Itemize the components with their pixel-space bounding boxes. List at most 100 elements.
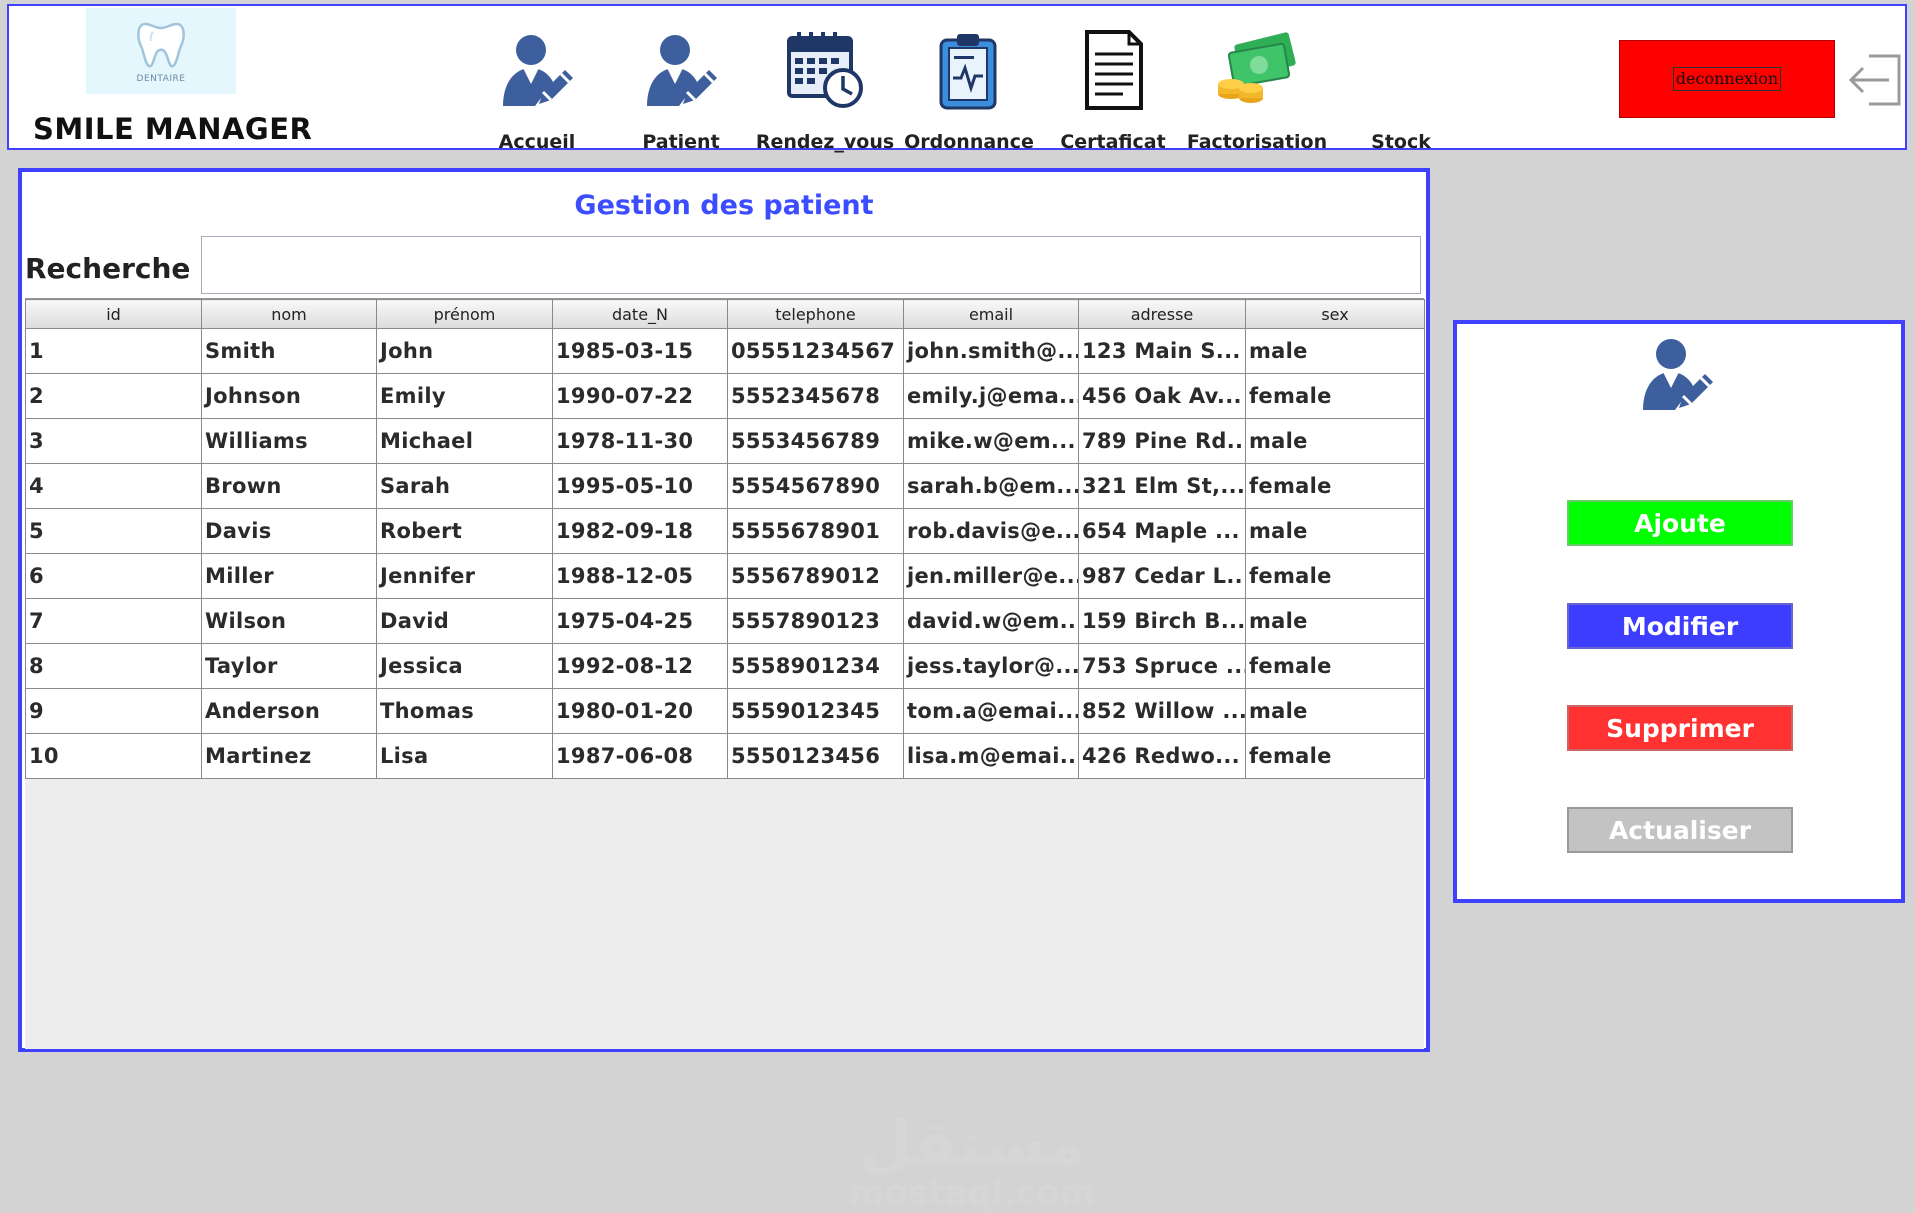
cell-adresse[interactable]: 426 Redwo... (1078, 733, 1246, 779)
nav-stock[interactable]: Stock (1329, 22, 1473, 153)
column-header-nom[interactable]: nom (201, 299, 377, 329)
nav-rendez-vous[interactable]: Rendez_vous (753, 22, 897, 153)
cell-prenom[interactable]: Jennifer (376, 553, 553, 599)
cell-telephone[interactable]: 5558901234 (727, 643, 904, 689)
cell-date-n[interactable]: 1995-05-10 (552, 463, 728, 509)
cell-id[interactable]: 8 (25, 643, 202, 689)
cell-prenom[interactable]: Thomas (376, 688, 553, 734)
ajoute-button[interactable]: Ajoute (1567, 500, 1793, 546)
cell-adresse[interactable]: 789 Pine Rd... (1078, 418, 1246, 464)
cell-date-n[interactable]: 1980-01-20 (552, 688, 728, 734)
cell-prenom[interactable]: Lisa (376, 733, 553, 779)
cell-telephone[interactable]: 5550123456 (727, 733, 904, 779)
cell-date-n[interactable]: 1987-06-08 (552, 733, 728, 779)
column-header-telephone[interactable]: telephone (727, 299, 904, 329)
column-header-prenom[interactable]: prénom (376, 299, 553, 329)
column-header-email[interactable]: email (903, 299, 1079, 329)
table-row[interactable]: 4 Brown Sarah 1995-05-10 5554567890 sarah.b@e… (25, 463, 1425, 509)
cell-date-n[interactable]: 1975-04-25 (552, 598, 728, 644)
cell-telephone[interactable]: 5554567890 (727, 463, 904, 509)
cell-prenom[interactable]: Emily (376, 373, 553, 419)
column-header-sex[interactable]: sex (1245, 299, 1425, 329)
search-input[interactable] (201, 236, 1421, 294)
table-row[interactable]: 2 Johnson Emily 1990-07-22 5552345678 emily.j… (25, 373, 1425, 419)
cell-date-n[interactable]: 1992-08-12 (552, 643, 728, 689)
cell-telephone[interactable]: 5552345678 (727, 373, 904, 419)
cell-prenom[interactable]: John (376, 328, 553, 374)
cell-telephone[interactable]: 5553456789 (727, 418, 904, 464)
cell-nom[interactable]: Brown (201, 463, 377, 509)
cell-sex[interactable]: female (1245, 733, 1425, 779)
cell-adresse[interactable]: 321 Elm St,... (1078, 463, 1246, 509)
nav-factorisation[interactable]: Factorisation (1185, 22, 1329, 153)
cell-sex[interactable]: female (1245, 553, 1425, 599)
table-row[interactable]: 10 Martinez Lisa 1987-06-08 5550123456 lisa.m… (25, 733, 1425, 779)
cell-id[interactable]: 9 (25, 688, 202, 734)
cell-telephone[interactable]: 5556789012 (727, 553, 904, 599)
cell-adresse[interactable]: 159 Birch B... (1078, 598, 1246, 644)
cell-email[interactable]: lisa.m@emai... (903, 733, 1079, 779)
nav-certaficat[interactable]: Certaficat (1041, 22, 1185, 153)
cell-nom[interactable]: Martinez (201, 733, 377, 779)
cell-sex[interactable]: male (1245, 328, 1425, 374)
table-row[interactable]: 7 Wilson David 1975-04-25 5557890123 david.w@… (25, 598, 1425, 644)
cell-nom[interactable]: Davis (201, 508, 377, 554)
cell-id[interactable]: 10 (25, 733, 202, 779)
table-row[interactable]: 6 Miller Jennifer 1988-12-05 5556789012 jen.m… (25, 553, 1425, 599)
cell-telephone[interactable]: 5557890123 (727, 598, 904, 644)
cell-date-n[interactable]: 1978-11-30 (552, 418, 728, 464)
cell-prenom[interactable]: Robert (376, 508, 553, 554)
cell-email[interactable]: tom.a@emai... (903, 688, 1079, 734)
cell-adresse[interactable]: 753 Spruce ... (1078, 643, 1246, 689)
cell-email[interactable]: david.w@em... (903, 598, 1079, 644)
cell-email[interactable]: emily.j@ema... (903, 373, 1079, 419)
table-row[interactable]: 8 Taylor Jessica 1992-08-12 5558901234 jess.t… (25, 643, 1425, 689)
cell-sex[interactable]: male (1245, 508, 1425, 554)
cell-email[interactable]: jess.taylor@... (903, 643, 1079, 689)
supprimer-button[interactable]: Supprimer (1567, 705, 1793, 751)
column-header-date-n[interactable]: date_N (552, 299, 728, 329)
cell-nom[interactable]: Williams (201, 418, 377, 464)
cell-nom[interactable]: Anderson (201, 688, 377, 734)
cell-nom[interactable]: Smith (201, 328, 377, 374)
exit-icon[interactable] (1845, 48, 1907, 112)
nav-patient[interactable]: Patient (609, 22, 753, 153)
cell-date-n[interactable]: 1985-03-15 (552, 328, 728, 374)
cell-adresse[interactable]: 987 Cedar L... (1078, 553, 1246, 599)
cell-sex[interactable]: male (1245, 418, 1425, 464)
cell-adresse[interactable]: 852 Willow ... (1078, 688, 1246, 734)
cell-email[interactable]: john.smith@... (903, 328, 1079, 374)
cell-adresse[interactable]: 456 Oak Av... (1078, 373, 1246, 419)
table-row[interactable]: 9 Anderson Thomas 1980-01-20 5559012345 tom.a… (25, 688, 1425, 734)
cell-prenom[interactable]: David (376, 598, 553, 644)
cell-prenom[interactable]: Michael (376, 418, 553, 464)
modifier-button[interactable]: Modifier (1567, 603, 1793, 649)
cell-telephone[interactable]: 05551234567 (727, 328, 904, 374)
cell-sex[interactable]: female (1245, 463, 1425, 509)
cell-id[interactable]: 5 (25, 508, 202, 554)
cell-id[interactable]: 7 (25, 598, 202, 644)
cell-telephone[interactable]: 5559012345 (727, 688, 904, 734)
cell-date-n[interactable]: 1990-07-22 (552, 373, 728, 419)
cell-date-n[interactable]: 1988-12-05 (552, 553, 728, 599)
cell-nom[interactable]: Wilson (201, 598, 377, 644)
cell-id[interactable]: 2 (25, 373, 202, 419)
cell-sex[interactable]: female (1245, 643, 1425, 689)
cell-id[interactable]: 6 (25, 553, 202, 599)
actualiser-button[interactable]: Actualiser (1567, 807, 1793, 853)
cell-prenom[interactable]: Sarah (376, 463, 553, 509)
cell-sex[interactable]: male (1245, 688, 1425, 734)
table-row[interactable]: 1 Smith John 1985-03-15 05551234567 john.smit… (25, 328, 1425, 374)
deconnexion-button[interactable]: deconnexion (1619, 40, 1835, 118)
cell-adresse[interactable]: 123 Main S... (1078, 328, 1246, 374)
cell-id[interactable]: 1 (25, 328, 202, 374)
cell-nom[interactable]: Miller (201, 553, 377, 599)
cell-email[interactable]: sarah.b@em... (903, 463, 1079, 509)
cell-email[interactable]: mike.w@em... (903, 418, 1079, 464)
cell-email[interactable]: jen.miller@e... (903, 553, 1079, 599)
cell-id[interactable]: 3 (25, 418, 202, 464)
cell-nom[interactable]: Taylor (201, 643, 377, 689)
cell-sex[interactable]: female (1245, 373, 1425, 419)
table-row[interactable]: 3 Williams Michael 1978-11-30 5553456789 mike… (25, 418, 1425, 464)
column-header-adresse[interactable]: adresse (1078, 299, 1246, 329)
